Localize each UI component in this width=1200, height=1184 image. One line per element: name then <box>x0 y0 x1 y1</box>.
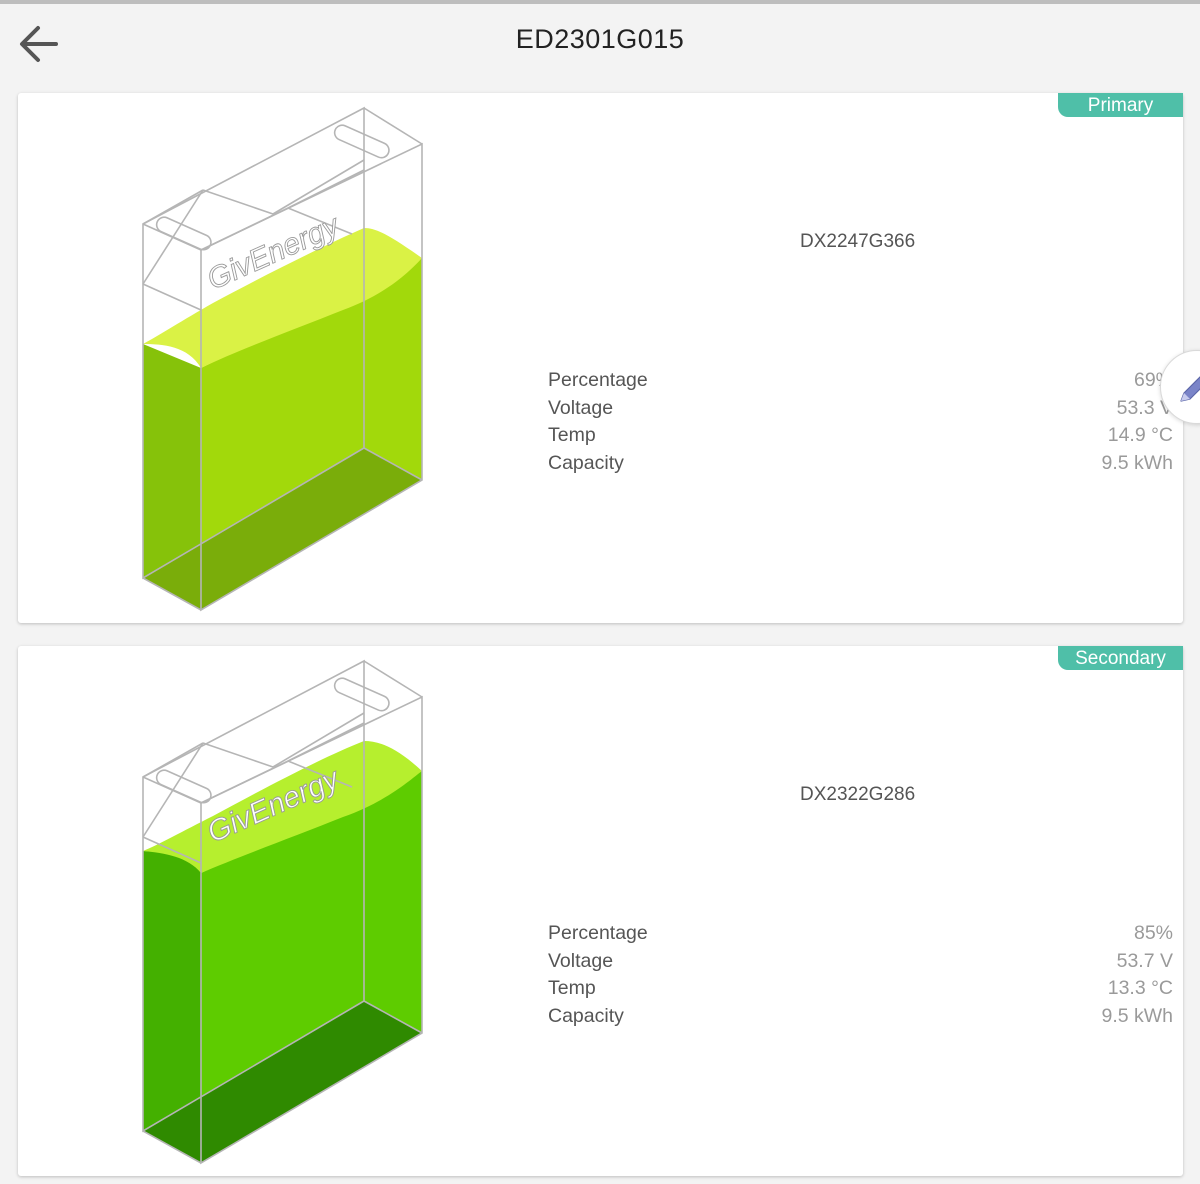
stat-row-temp: Temp 13.3 °C <box>548 977 1173 1005</box>
stat-row-voltage: Voltage 53.7 V <box>548 950 1173 978</box>
battery-illustration: GivEnergy <box>142 106 423 612</box>
stat-label: Capacity <box>548 1004 624 1027</box>
battery-role-badge: Secondary <box>1058 646 1183 670</box>
stat-value: 85% <box>1133 922 1173 944</box>
stat-row-percentage: Percentage 69% <box>548 369 1173 397</box>
stat-value: 13.3 °C <box>1107 977 1173 999</box>
stat-label: Voltage <box>548 396 614 419</box>
stat-label: Temp <box>548 977 596 999</box>
stat-row-voltage: Voltage 53.3 V <box>548 397 1173 425</box>
battery-card-secondary[interactable]: Secondary GivEnergy DX2322G286 Percentag… <box>18 646 1183 1176</box>
stat-value: 14.9 °C <box>1107 424 1173 446</box>
stat-label: Percentage <box>548 369 648 391</box>
stat-label: Temp <box>548 424 596 446</box>
stat-label: Percentage <box>548 922 648 944</box>
battery-serial: DX2322G286 <box>800 784 916 805</box>
battery-card-primary[interactable]: Primary GivEnergy DX2247G366 Percentage … <box>18 93 1183 623</box>
stat-row-capacity: Capacity 9.5 kWh <box>548 452 1173 480</box>
pencil-icon <box>1180 376 1200 402</box>
battery-illustration: GivEnergy <box>142 659 423 1165</box>
stat-row-percentage: Percentage 85% <box>548 922 1173 950</box>
stat-value: 9.5 kWh <box>1101 451 1173 474</box>
battery-serial: DX2247G366 <box>800 231 916 252</box>
app-header: ED2301G015 <box>0 4 1200 84</box>
battery-role-badge: Primary <box>1058 93 1183 117</box>
stat-value: 53.7 V <box>1116 949 1173 972</box>
stat-label: Voltage <box>548 949 614 972</box>
stat-row-temp: Temp 14.9 °C <box>548 424 1173 452</box>
page-title: ED2301G015 <box>515 24 685 54</box>
battery-stats: Percentage 69% Voltage 53.3 V Temp 14.9 … <box>548 369 1173 479</box>
battery-stats: Percentage 85% Voltage 53.7 V Temp 13.3 … <box>548 922 1173 1032</box>
stat-row-capacity: Capacity 9.5 kWh <box>548 1005 1173 1033</box>
stat-label: Capacity <box>548 451 624 474</box>
stat-value: 9.5 kWh <box>1101 1004 1173 1027</box>
